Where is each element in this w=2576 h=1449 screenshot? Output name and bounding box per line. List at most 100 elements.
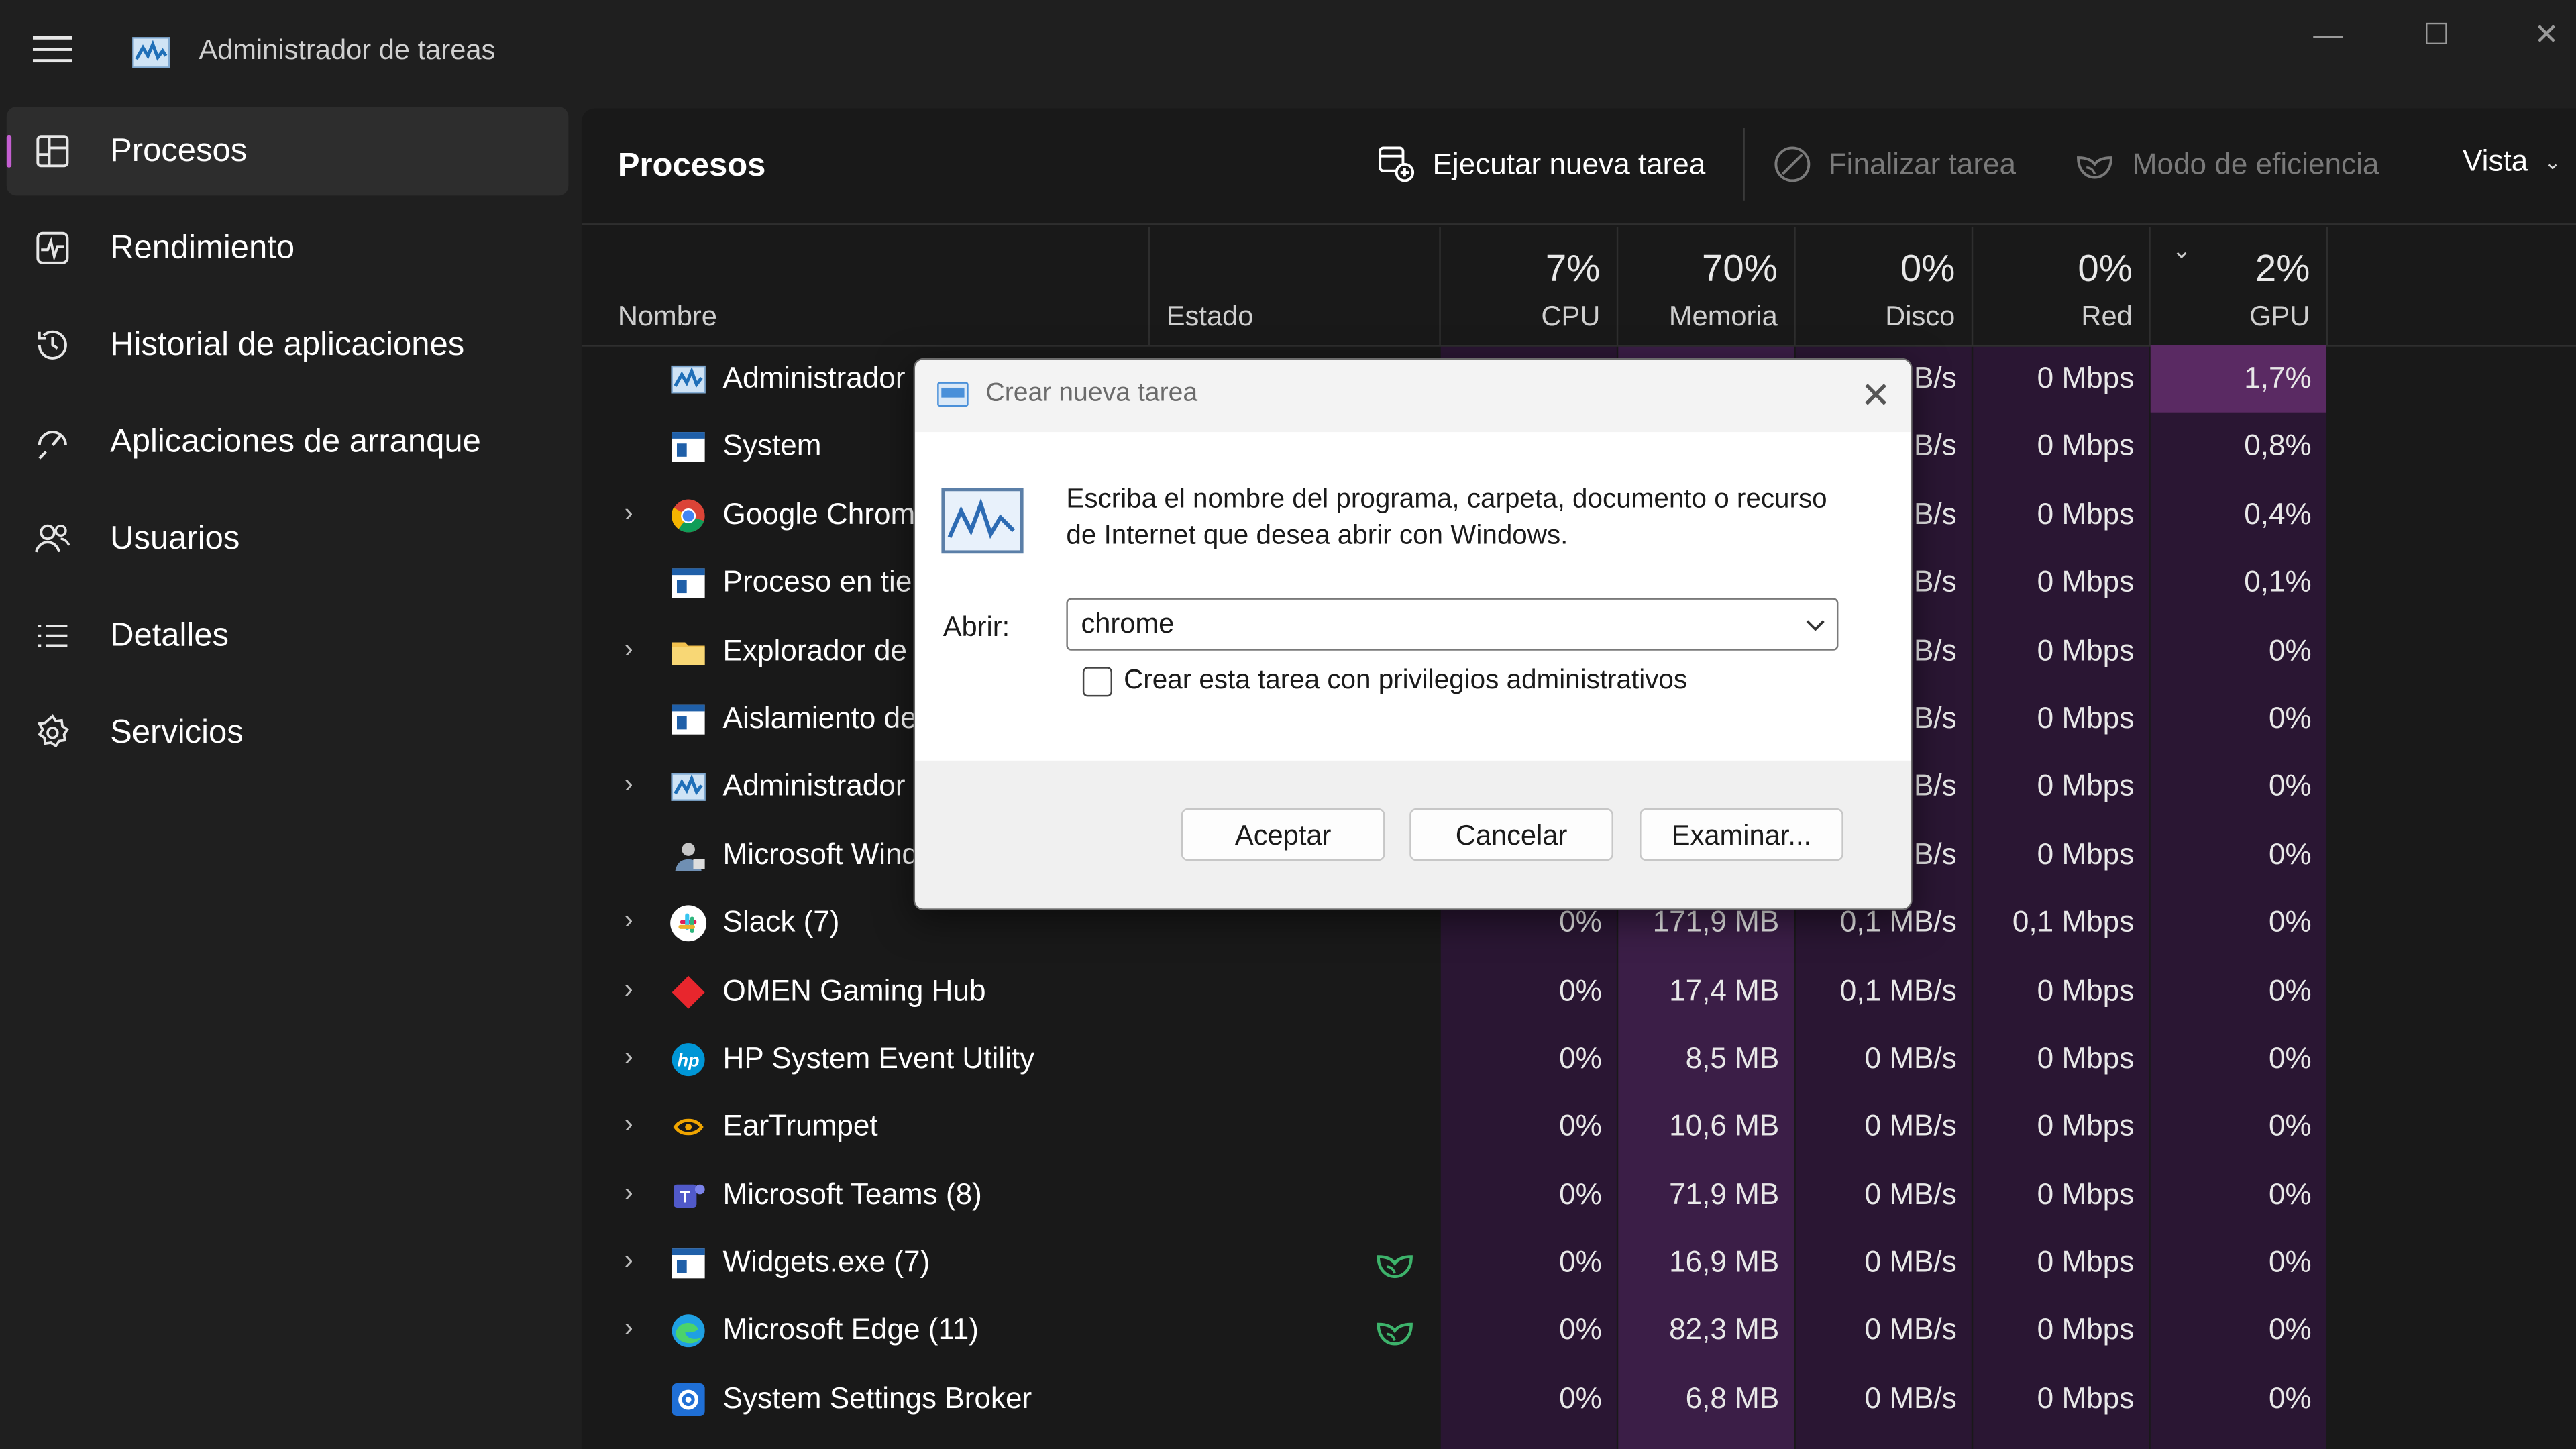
column-label: Memoria	[1668, 301, 1778, 332]
memory-cell: 10,6 MB	[1669, 1109, 1780, 1142]
sidebar-item-arranque[interactable]: Aplicaciones de arranque	[7, 398, 569, 486]
cancel-button[interactable]: Cancelar	[1409, 808, 1613, 861]
leaf-icon	[2077, 156, 2112, 179]
run-new-task-button[interactable]: Ejecutar nueva tarea	[1377, 145, 1705, 184]
network-cell: 0 Mbps	[2037, 633, 2135, 667]
network-cell: 0 Mbps	[2037, 973, 2135, 1007]
task-manager-window: Administrador de tareas — ☐ ✕ Procesos R…	[0, 0, 2576, 1449]
end-task-button[interactable]: Finalizar tarea	[1772, 145, 2016, 184]
column-label: CPU	[1541, 301, 1601, 332]
column-header-cpu[interactable]: 7% CPU	[1441, 226, 1619, 345]
dialog-message: Escriba el nombre del programa, carpeta,…	[1066, 484, 1827, 551]
process-name: Aislamiento de	[722, 701, 917, 735]
sidebar-item-label: Detalles	[110, 617, 229, 654]
sidebar-item-procesos[interactable]: Procesos	[6, 107, 569, 196]
open-combobox[interactable]: chrome	[1066, 598, 1839, 651]
view-dropdown[interactable]: Vista ⌄	[2463, 145, 2561, 179]
cpu-cell: 0%	[1559, 905, 1602, 938]
memory-total: 70%	[1702, 246, 1778, 290]
gpu-cell: 0%	[2269, 1245, 2312, 1279]
expand-chevron-icon[interactable]: ›	[625, 1111, 633, 1140]
column-label: Nombre	[617, 301, 717, 332]
memory-cell: 71,9 MB	[1669, 1177, 1780, 1211]
dialog-close-button[interactable]: ✕	[1861, 374, 1891, 417]
column-header-network[interactable]: 0% Red	[1973, 226, 2151, 345]
gpu-total: 2%	[2255, 246, 2310, 290]
menu-icon[interactable]	[32, 36, 72, 66]
process-name: System	[722, 429, 822, 463]
expand-chevron-icon[interactable]: ›	[625, 975, 633, 1005]
table-row[interactable]: › hp HP System Event Utility 0% 8,5 MB 0 MB/s…	[582, 1025, 2576, 1093]
eartrumpet-icon	[673, 1119, 704, 1136]
table-row[interactable]: › Microsoft Edge (11) 0% 82,3 MB 0 MB/s 0 Mbp…	[582, 1297, 2576, 1364]
app-window-icon	[672, 704, 705, 735]
table-row[interactable]: › EarTrumpet 0% 10,6 MB 0 MB/s 0 Mbps 0%	[582, 1093, 2576, 1161]
details-icon	[38, 625, 68, 647]
chevron-down-icon: ⌄	[2544, 150, 2561, 174]
gpu-cell: 0%	[2269, 1109, 2312, 1142]
sidebar-item-rendimiento[interactable]: Rendimiento	[7, 204, 569, 292]
svg-text:hp: hp	[678, 1050, 700, 1070]
toolbar-divider	[1743, 128, 1745, 201]
open-label: Abrir:	[943, 611, 1010, 643]
cpu-cell: 0%	[1559, 1313, 1602, 1346]
process-name: Microsoft Teams (8)	[722, 1177, 982, 1211]
chevron-down-icon[interactable]	[1804, 612, 1827, 635]
gpu-cell: 0%	[2269, 633, 2312, 667]
browse-button[interactable]: Examinar...	[1640, 808, 1843, 861]
sidebar-item-usuarios[interactable]: Usuarios	[7, 494, 569, 583]
process-name: Microsoft Edge (11)	[722, 1313, 979, 1346]
minimize-button[interactable]: —	[2295, 13, 2361, 56]
gpu-cell: 0%	[2269, 769, 2312, 802]
teams-icon: T	[674, 1183, 705, 1208]
memory-cell: 82,3 MB	[1669, 1313, 1780, 1346]
expand-chevron-icon[interactable]: ›	[625, 1315, 633, 1344]
expand-chevron-icon[interactable]: ›	[625, 1179, 633, 1209]
maximize-button[interactable]: ☐	[2404, 13, 2469, 56]
gpu-cell: 1,7%	[2244, 361, 2312, 394]
expand-chevron-icon[interactable]: ›	[625, 635, 633, 665]
disk-cell: 0 MB/s	[1864, 1245, 1957, 1279]
column-header-disk[interactable]: 0% Disco	[1796, 226, 1974, 345]
close-button[interactable]: ✕	[2514, 13, 2576, 56]
performance-icon	[36, 231, 69, 264]
expand-chevron-icon[interactable]: ›	[625, 499, 633, 529]
efficiency-mode-button[interactable]: Modo de eficiencia	[2074, 145, 2379, 184]
taskmgr-icon	[671, 773, 706, 802]
sidebar-item-label: Procesos	[110, 133, 248, 170]
memory-cell: 6,8 MB	[1685, 1381, 1780, 1415]
expand-chevron-icon[interactable]: ›	[625, 1247, 633, 1277]
table-row[interactable]: › Widgets.exe (7) 0% 16,9 MB 0 MB/s 0 Mbps 0%	[582, 1229, 2576, 1297]
expand-chevron-icon[interactable]: ›	[625, 771, 633, 800]
network-cell: 0 Mbps	[2037, 565, 2135, 598]
dialog-title: Crear nueva tarea	[985, 379, 1198, 408]
column-header-status[interactable]: Estado	[1150, 226, 1441, 345]
sidebar-item-servicios[interactable]: Servicios	[7, 688, 569, 777]
task-manager-app-icon	[132, 37, 170, 68]
process-name: OMEN Gaming Hub	[722, 973, 986, 1007]
network-cell: 0 Mbps	[2037, 701, 2135, 735]
ok-button[interactable]: Aceptar	[1181, 808, 1385, 861]
toolbar: Procesos Ejecutar nueva tarea Finalizar …	[581, 109, 2576, 225]
cpu-cell: 0%	[1559, 1041, 1602, 1075]
sidebar-item-historial[interactable]: Historial de aplicaciones	[7, 301, 569, 389]
end-task-label: Finalizar tarea	[1828, 147, 2017, 180]
cpu-total: 7%	[1545, 246, 1601, 290]
memory-cell: 171,9 MB	[1652, 905, 1780, 938]
table-row[interactable]: System Settings Broker 0% 6,8 MB 0 MB/s 0 Mb…	[582, 1365, 2576, 1433]
disk-cell: 0 MB/s	[1864, 1041, 1957, 1075]
column-header-name[interactable]: Nombre	[582, 226, 1150, 345]
admin-privileges-checkbox[interactable]	[1082, 667, 1112, 697]
open-input-value[interactable]: chrome	[1081, 608, 1174, 641]
users-icon	[34, 524, 70, 553]
cpu-cell: 0%	[1559, 1381, 1602, 1415]
efficiency-leaf-icon	[1377, 1323, 1413, 1346]
table-row[interactable]: › OMEN Gaming Hub 0% 17,4 MB 0,1 MB/s 0 Mbps 0…	[582, 957, 2576, 1025]
sidebar-item-label: Aplicaciones de arranque	[110, 423, 481, 460]
table-row[interactable]: › T Microsoft Teams (8) 0% 71,9 MB 0 MB/s 0 Mb…	[582, 1161, 2576, 1229]
network-total: 0%	[2078, 246, 2133, 290]
column-header-memory[interactable]: 70% Memoria	[1618, 226, 1796, 345]
expand-chevron-icon[interactable]: ›	[625, 1043, 633, 1073]
sidebar-item-detalles[interactable]: Detalles	[7, 592, 569, 680]
expand-chevron-icon[interactable]: ›	[625, 907, 633, 936]
